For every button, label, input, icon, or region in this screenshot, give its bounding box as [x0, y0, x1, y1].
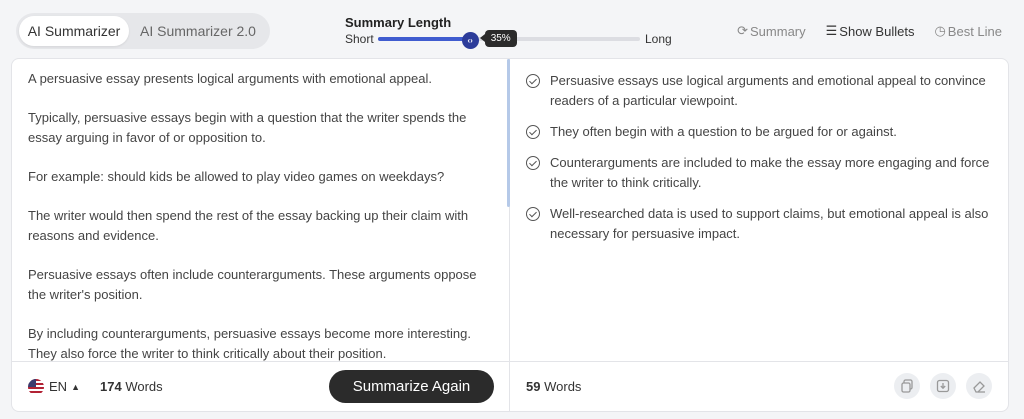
input-paragraph: For example: should kids be allowed to p…	[28, 169, 445, 184]
input-paragraph: By including counterarguments, persuasiv…	[28, 326, 471, 361]
summary-length-control: Summary Length Short ‹› 35% Long	[345, 15, 675, 51]
clear-button[interactable]	[966, 373, 992, 399]
copy-icon	[901, 379, 913, 393]
top-bar: AI Summarizer AI Summarizer 2.0 Summary …	[0, 0, 1024, 58]
show-bullets-label: Show Bullets	[839, 23, 915, 39]
list-item: Counterarguments are included to make th…	[526, 153, 996, 193]
best-line-label: Best Line	[947, 23, 1002, 39]
show-bullets-button[interactable]: ☰ Show Bullets	[826, 23, 915, 39]
tab-ai-summarizer[interactable]: AI Summarizer	[19, 16, 129, 46]
bullets-icon: ☰	[825, 23, 838, 38]
input-footer: EN ▲ 174 Words Summarize Again	[12, 361, 509, 411]
summary-mode-button[interactable]: ⟳ Summary	[737, 23, 806, 39]
summary-mode-label: Summary	[750, 23, 806, 39]
summary-bullets: Persuasive essays use logical arguments …	[526, 71, 996, 255]
best-line-icon: ◷	[934, 23, 946, 38]
input-paragraph: The writer would then spend the rest of …	[28, 208, 469, 243]
input-paragraph: Persuasive essays often include countera…	[28, 267, 477, 302]
scrollbar[interactable]	[507, 59, 510, 207]
input-word-count-value: 174	[99, 379, 122, 394]
short-label: Short	[345, 32, 374, 46]
tab-ai-summarizer-2[interactable]: AI Summarizer 2.0	[129, 16, 267, 46]
check-circle-icon	[526, 125, 540, 139]
input-paragraph: Typically, persuasive essays begin with …	[28, 110, 467, 145]
best-line-button[interactable]: ◷ Best Line	[934, 23, 1002, 39]
list-item: Well-researched data is used to support …	[526, 204, 996, 244]
eraser-icon	[972, 381, 985, 393]
output-word-count: 59 Words	[526, 379, 581, 394]
us-flag-icon	[28, 378, 44, 395]
check-circle-icon	[526, 74, 540, 88]
input-word-count: 174 Words	[100, 379, 163, 394]
output-word-count-value: 59	[526, 379, 541, 394]
input-panel: A persuasive essay presents logical argu…	[11, 58, 509, 412]
bullet-text: Counterarguments are included to make th…	[550, 155, 990, 190]
summarizer-tabs: AI Summarizer AI Summarizer 2.0	[16, 13, 270, 49]
output-footer: 59 Words	[510, 361, 1008, 411]
summary-length-title: Summary Length	[345, 15, 452, 30]
bullet-text: They often begin with a question to be a…	[550, 124, 897, 139]
output-word-count-label: Words	[544, 379, 582, 394]
list-item: They often begin with a question to be a…	[526, 122, 996, 142]
input-text-area[interactable]: A persuasive essay presents logical argu…	[28, 69, 486, 361]
length-percent-badge: 35%	[479, 30, 517, 47]
input-word-count-label: Words	[125, 379, 163, 394]
download-button[interactable]	[930, 373, 956, 399]
bullet-text: Well-researched data is used to support …	[550, 206, 989, 241]
language-code: EN	[49, 379, 68, 394]
output-panel: Persuasive essays use logical arguments …	[507, 58, 1009, 412]
summarize-again-button[interactable]: Summarize Again	[329, 370, 494, 403]
check-circle-icon	[526, 207, 540, 221]
download-icon	[936, 379, 950, 393]
list-item: Persuasive essays use logical arguments …	[526, 71, 996, 111]
caret-up-icon: ▲	[71, 381, 80, 392]
output-modes: ⟳ Summary ☰ Show Bullets ◷ Best Line	[717, 23, 1002, 39]
output-tools	[884, 373, 992, 399]
summary-icon: ⟳	[737, 23, 749, 38]
length-slider-fill	[378, 37, 470, 41]
long-label: Long	[645, 32, 672, 46]
copy-button[interactable]	[894, 373, 920, 399]
input-paragraph: A persuasive essay presents logical argu…	[28, 71, 432, 86]
length-slider-thumb[interactable]: ‹›	[461, 32, 479, 49]
check-circle-icon	[526, 156, 540, 170]
language-selector[interactable]: EN ▲	[28, 378, 80, 395]
bullet-text: Persuasive essays use logical arguments …	[550, 73, 986, 108]
